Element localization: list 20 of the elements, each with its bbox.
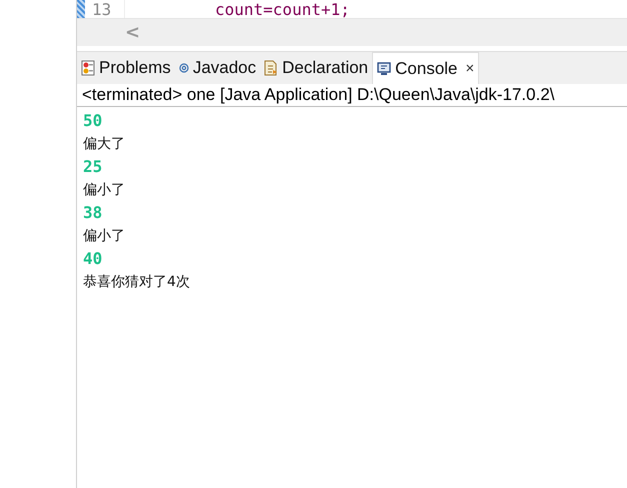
view-tab[interactable]: Declaration [260, 52, 372, 84]
line-number: 13 [92, 2, 112, 18]
console-title: <terminated> one [Java Application] D:\Queen\Java\jdk-17.0.2\ [77, 84, 627, 107]
change-marker [77, 0, 85, 18]
output-message-text: 偏大了 [83, 134, 125, 154]
problems-icon [81, 60, 95, 76]
input-number-text: 40 [83, 248, 102, 268]
view-tab[interactable]: Console × [372, 52, 480, 84]
view-tab[interactable]: Problems [77, 52, 175, 84]
code-line: count=count+1; [215, 2, 350, 18]
input-number-text: 50 [83, 110, 102, 130]
close-icon[interactable]: × [466, 60, 474, 77]
output-message-text: 恭喜你猜对了4次 [83, 272, 190, 292]
input-number-text: 38 [83, 202, 102, 222]
output-message-text: 偏小了 [83, 226, 125, 246]
input-number-text: 25 [83, 156, 102, 176]
document-icon [264, 60, 278, 76]
monitor-icon [377, 62, 392, 76]
view-tab[interactable]: Javadoc [174, 52, 260, 84]
output-message-text: 偏小了 [83, 180, 125, 200]
